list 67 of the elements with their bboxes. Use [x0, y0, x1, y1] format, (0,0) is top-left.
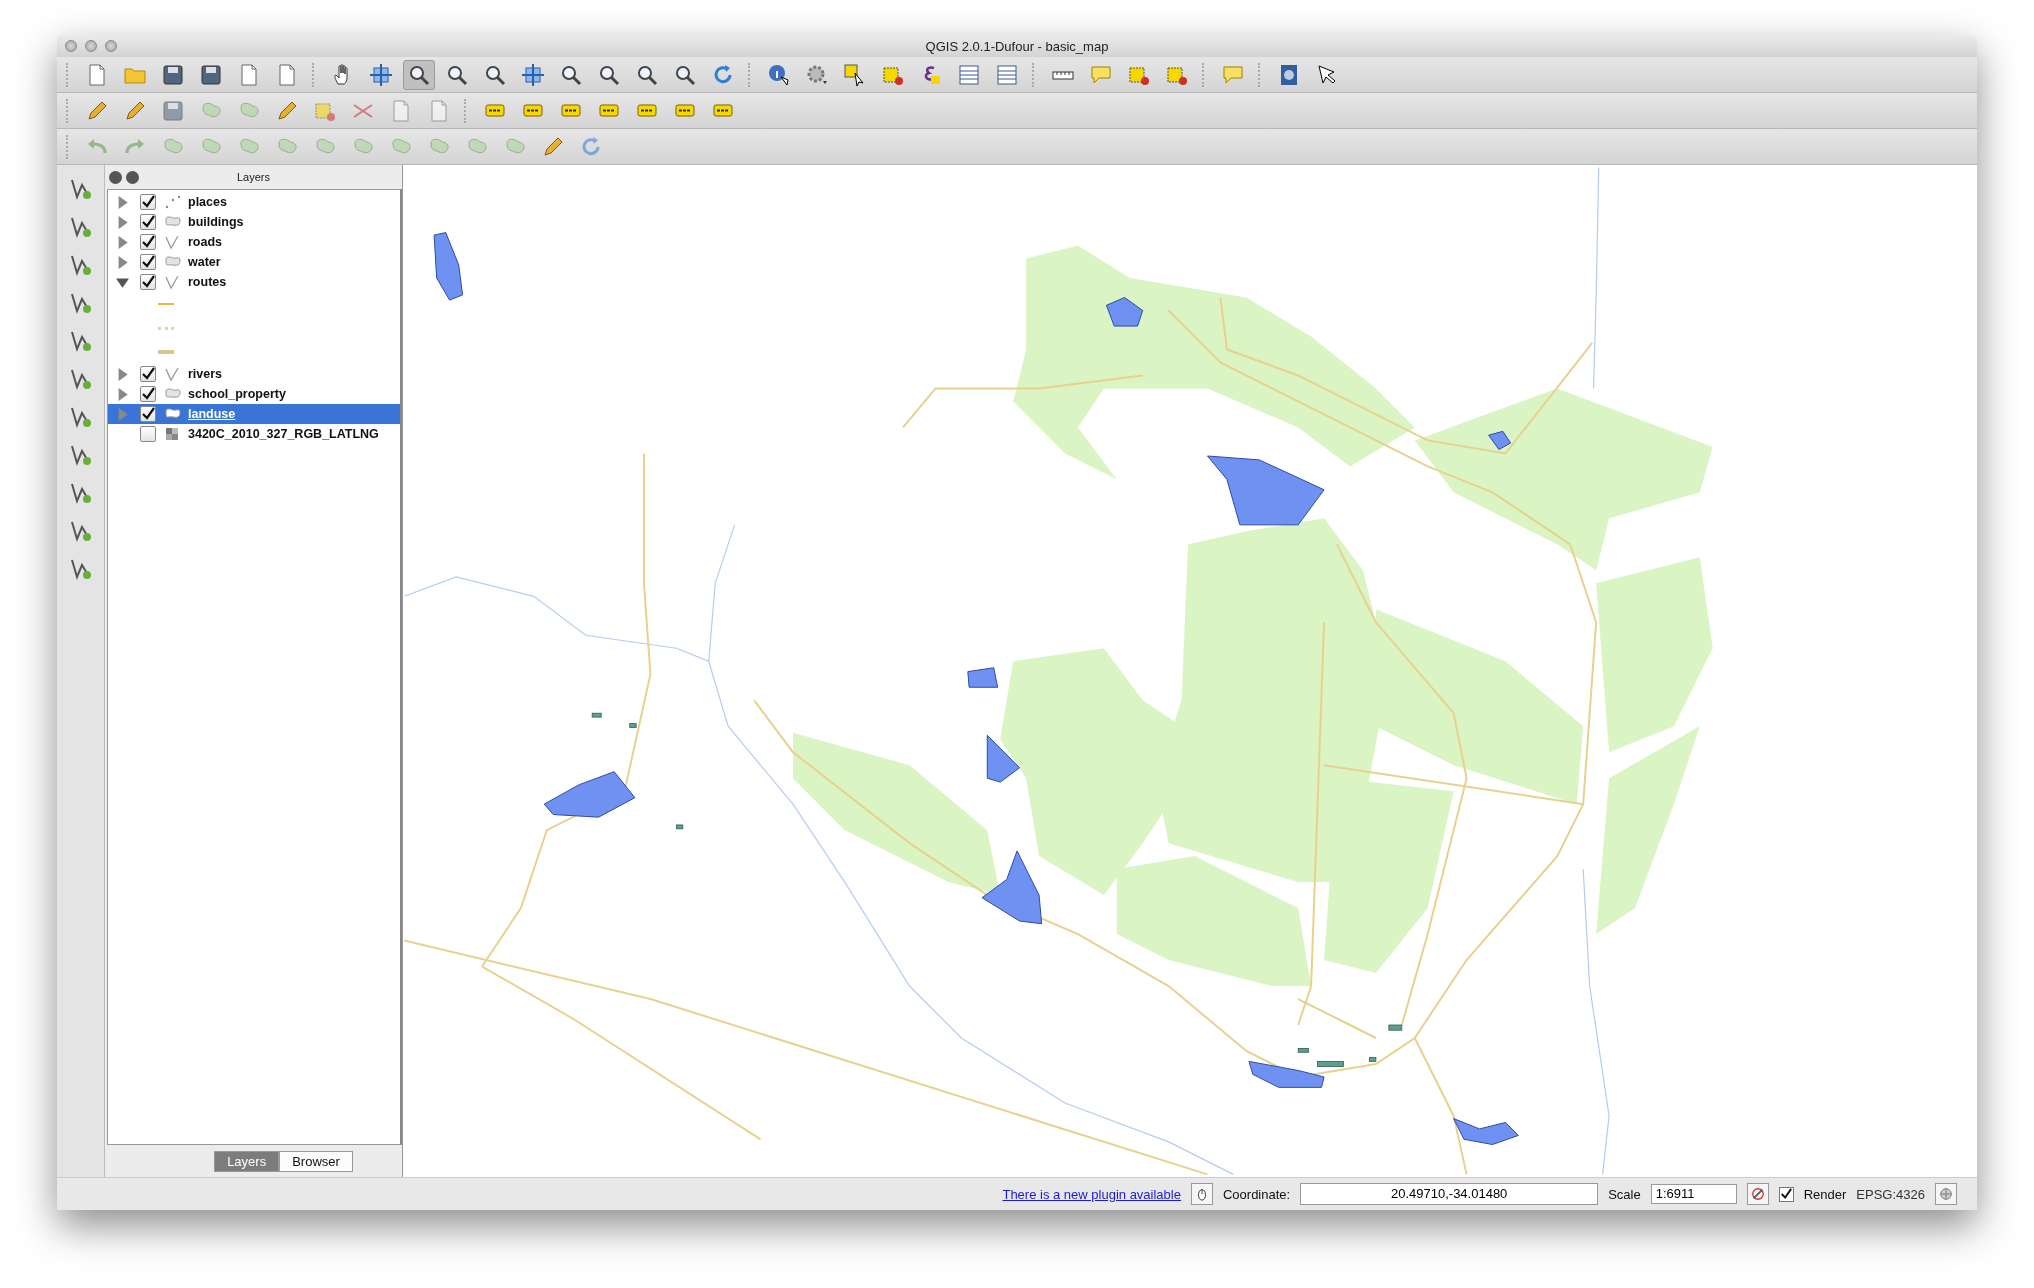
coordinate-label: Coordinate: [1222, 1186, 1291, 1202]
point-layer-icon [164, 194, 182, 210]
layer-item[interactable]: buildings [108, 212, 400, 232]
layer-name: roads [188, 235, 223, 249]
building [1369, 1057, 1377, 1062]
layer-name: school_property [188, 387, 286, 401]
water-body [1453, 1118, 1519, 1145]
scale-dropdown[interactable]: 1:6911 [1650, 1184, 1737, 1204]
layer-checkbox[interactable] [140, 366, 156, 382]
layer-item[interactable]: roads [108, 232, 400, 252]
expand-arrow-icon[interactable] [116, 215, 129, 229]
crs-label[interactable]: EPSG:4326 [1856, 1186, 1925, 1202]
layer-name: water [188, 255, 221, 269]
layer-checkbox[interactable] [140, 274, 156, 290]
building [675, 824, 684, 830]
building [1297, 1048, 1309, 1053]
expand-arrow-icon[interactable] [116, 387, 129, 401]
expand-arrow-icon[interactable] [116, 255, 129, 269]
mouse-icon[interactable] [1190, 1183, 1213, 1205]
layer-item[interactable]: routes [108, 272, 400, 292]
layer-name: rivers [188, 367, 223, 381]
window-title: QGIS 2.0.1-Dufour - basic_map [925, 38, 1109, 54]
scale-label: Scale [1608, 1186, 1641, 1202]
expand-arrow-icon[interactable] [116, 235, 129, 249]
layer-checkbox[interactable] [140, 386, 156, 402]
zoom-in-icon[interactable] [403, 59, 435, 90]
layer-item[interactable]: school_property [108, 384, 400, 404]
building [1388, 1024, 1403, 1031]
plugin-link[interactable]: There is a new plugin available [1002, 1186, 1181, 1202]
layer-checkbox[interactable] [140, 426, 156, 442]
building [1317, 1061, 1344, 1067]
layer-item[interactable]: water [108, 252, 400, 272]
layer-name: buildings [188, 215, 244, 229]
layer-name: places [188, 195, 227, 209]
layer-item[interactable]: 3420C_2010_327_RGB_LATLNG [108, 424, 400, 444]
layer-item[interactable]: rivers [108, 364, 400, 384]
water-body [433, 232, 464, 301]
expand-arrow-icon[interactable] [116, 195, 129, 209]
layer-item[interactable]: places [108, 192, 400, 212]
panel-title: Layers [236, 171, 271, 183]
water-body [1105, 297, 1144, 327]
layer-name: routes [188, 275, 227, 289]
panel-tab[interactable]: Layers [214, 1150, 280, 1172]
projection-icon[interactable] [1935, 1183, 1957, 1205]
zoom-window-icon[interactable] [105, 40, 117, 52]
render-label: Render [1803, 1186, 1847, 1202]
layer-checkbox[interactable] [140, 194, 156, 210]
building [629, 723, 637, 728]
stop-render-icon[interactable] [1746, 1183, 1769, 1205]
panel-tab[interactable]: Browser [279, 1150, 353, 1172]
layer-checkbox[interactable] [140, 214, 156, 230]
render-checkbox[interactable] [1778, 1186, 1794, 1202]
layer-checkbox[interactable] [140, 406, 156, 422]
expand-arrow-icon[interactable] [116, 367, 129, 381]
layer-item[interactable]: landuse [108, 404, 400, 424]
close-window-icon[interactable] [65, 40, 77, 52]
water-body [1488, 430, 1512, 450]
coordinate-field[interactable]: 20.49710,-34.01480 [1300, 1183, 1599, 1205]
close-icon[interactable] [109, 170, 122, 184]
water-body [967, 667, 999, 688]
water-body [986, 734, 1021, 783]
minimize-window-icon[interactable] [85, 40, 97, 52]
layer-name: 3420C_2010_327_RGB_LATLNG [188, 427, 379, 441]
layer-name: landuse [188, 407, 236, 421]
layer-checkbox[interactable] [140, 254, 156, 270]
building [591, 712, 602, 718]
layer-checkbox[interactable] [140, 234, 156, 250]
